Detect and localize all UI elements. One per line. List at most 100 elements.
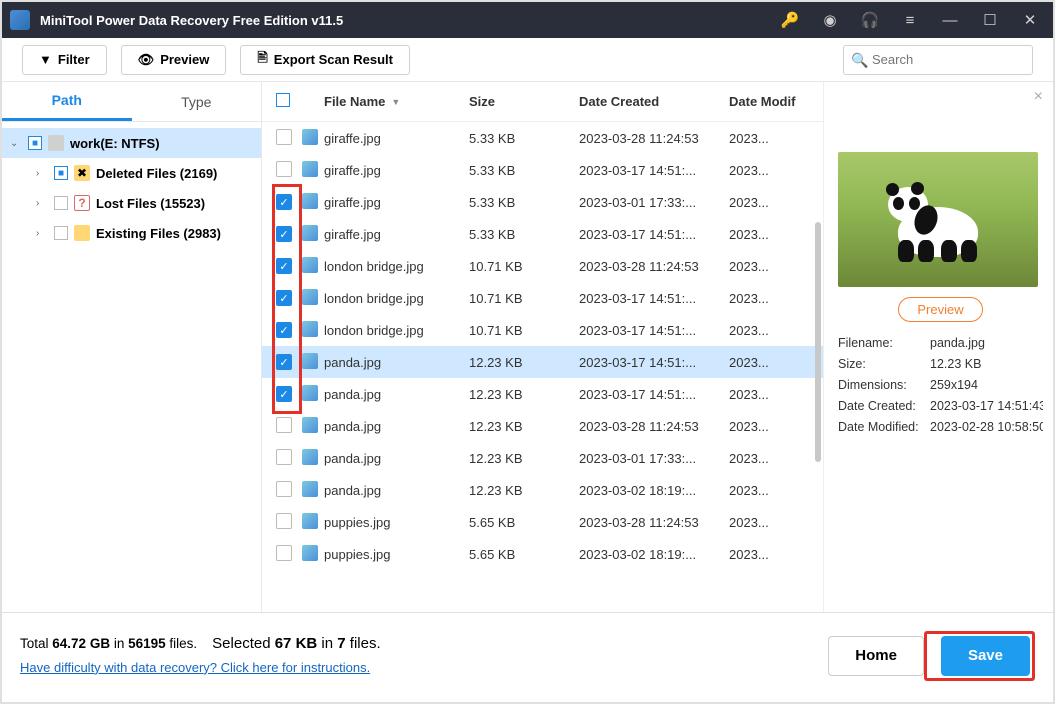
cell-name: panda.jpg: [324, 483, 469, 498]
search-input[interactable]: [843, 45, 1033, 75]
export-button[interactable]: 🖹 Export Scan Result: [240, 45, 410, 75]
tab-path[interactable]: Path: [2, 82, 132, 121]
close-icon[interactable]: ✕: [1021, 11, 1039, 29]
cell-modified: 2023...: [729, 323, 809, 338]
tree-checkbox[interactable]: [54, 196, 68, 210]
cell-created: 2023-03-01 17:33:...: [579, 451, 729, 466]
image-file-icon: [302, 353, 318, 369]
row-checkbox[interactable]: [276, 161, 292, 177]
content: Path Type ⌄ ■ work(E: NTFS) › ■ ✖ Delete…: [2, 82, 1053, 612]
table-row[interactable]: ✓london bridge.jpg10.71 KB2023-03-28 11:…: [262, 250, 823, 282]
row-checkbox[interactable]: ✓: [276, 386, 292, 402]
cell-name: panda.jpg: [324, 419, 469, 434]
table-row[interactable]: giraffe.jpg5.33 KB2023-03-17 14:51:...20…: [262, 154, 823, 186]
row-checkbox[interactable]: ✓: [276, 322, 292, 338]
cell-size: 12.23 KB: [469, 387, 579, 402]
tree-checkbox[interactable]: ■: [54, 166, 68, 180]
row-checkbox[interactable]: ✓: [276, 354, 292, 370]
filter-button[interactable]: ▼ Filter: [22, 45, 107, 75]
table-row[interactable]: puppies.jpg5.65 KB2023-03-28 11:24:53202…: [262, 506, 823, 538]
cell-created: 2023-03-17 14:51:...: [579, 355, 729, 370]
cell-size: 10.71 KB: [469, 259, 579, 274]
table-row[interactable]: puppies.jpg5.65 KB2023-03-02 18:19:...20…: [262, 538, 823, 570]
cell-modified: 2023...: [729, 195, 809, 210]
key-icon[interactable]: 🔑: [781, 11, 799, 29]
cell-created: 2023-03-17 14:51:...: [579, 323, 729, 338]
headphones-icon[interactable]: 🎧: [861, 11, 879, 29]
cell-modified: 2023...: [729, 387, 809, 402]
scrollbar[interactable]: [815, 222, 821, 462]
col-header-created[interactable]: Date Created: [579, 94, 729, 109]
menu-icon[interactable]: ≡: [901, 11, 919, 29]
meta-val-filename: panda.jpg: [930, 336, 1043, 350]
table-row[interactable]: giraffe.jpg5.33 KB2023-03-28 11:24:53202…: [262, 122, 823, 154]
close-preview-icon[interactable]: ×: [1034, 88, 1043, 106]
cell-modified: 2023...: [729, 227, 809, 242]
cell-modified: 2023...: [729, 483, 809, 498]
table-row[interactable]: ✓giraffe.jpg5.33 KB2023-03-01 17:33:...2…: [262, 186, 823, 218]
table-row[interactable]: panda.jpg12.23 KB2023-03-28 11:24:532023…: [262, 410, 823, 442]
tree-item-existing[interactable]: › Existing Files (2983): [2, 218, 261, 248]
row-checkbox[interactable]: [276, 481, 292, 497]
panda-image-icon: [883, 177, 993, 262]
row-checkbox[interactable]: ✓: [276, 226, 292, 242]
table-row[interactable]: panda.jpg12.23 KB2023-03-01 17:33:...202…: [262, 442, 823, 474]
folder-icon: [74, 225, 90, 241]
meta-key-modified: Date Modified:: [838, 420, 930, 434]
row-checkbox[interactable]: [276, 513, 292, 529]
col-header-name[interactable]: File Name ▼: [324, 94, 469, 109]
table-row[interactable]: ✓panda.jpg12.23 KB2023-03-17 14:51:...20…: [262, 346, 823, 378]
table-row[interactable]: panda.jpg12.23 KB2023-03-02 18:19:...202…: [262, 474, 823, 506]
home-button[interactable]: Home: [828, 636, 924, 676]
help-link[interactable]: Have difficulty with data recovery? Clic…: [20, 660, 370, 675]
image-file-icon: [302, 257, 318, 273]
image-file-icon: [302, 161, 318, 177]
disc-icon[interactable]: ◉: [821, 11, 839, 29]
table-row[interactable]: ✓panda.jpg12.23 KB2023-03-17 14:51:...20…: [262, 378, 823, 410]
image-file-icon: [302, 385, 318, 401]
cell-created: 2023-03-28 11:24:53: [579, 419, 729, 434]
preview-button[interactable]: 👁 Preview: [121, 45, 227, 75]
tree-root[interactable]: ⌄ ■ work(E: NTFS): [2, 128, 261, 158]
chevron-down-icon[interactable]: ⌄: [10, 138, 22, 149]
root-checkbox[interactable]: ■: [28, 136, 42, 150]
image-file-icon: [302, 417, 318, 433]
chevron-right-icon[interactable]: ›: [36, 228, 48, 239]
select-all-checkbox[interactable]: [276, 93, 290, 107]
table-row[interactable]: ✓london bridge.jpg10.71 KB2023-03-17 14:…: [262, 314, 823, 346]
chevron-right-icon[interactable]: ›: [36, 198, 48, 209]
col-header-modified[interactable]: Date Modif: [729, 94, 809, 109]
row-checkbox[interactable]: ✓: [276, 290, 292, 306]
save-button[interactable]: Save: [941, 636, 1030, 676]
tab-type[interactable]: Type: [132, 82, 262, 121]
minimize-icon[interactable]: —: [941, 11, 959, 29]
chevron-right-icon[interactable]: ›: [36, 168, 48, 179]
row-checkbox[interactable]: [276, 449, 292, 465]
status-block: Total 64.72 GB in 56195 files. Selected …: [20, 631, 381, 679]
maximize-icon[interactable]: ☐: [981, 11, 999, 29]
row-checkbox[interactable]: [276, 545, 292, 561]
cell-modified: 2023...: [729, 291, 809, 306]
image-file-icon: [302, 449, 318, 465]
annotation-save-highlight: Save: [924, 631, 1035, 681]
table-row[interactable]: ✓london bridge.jpg10.71 KB2023-03-17 14:…: [262, 282, 823, 314]
tree-item-label: Deleted Files (2169): [96, 166, 217, 181]
cell-modified: 2023...: [729, 419, 809, 434]
table-row[interactable]: ✓giraffe.jpg5.33 KB2023-03-17 14:51:...2…: [262, 218, 823, 250]
tabs: Path Type: [2, 82, 261, 122]
tree-checkbox[interactable]: [54, 226, 68, 240]
row-checkbox[interactable]: [276, 417, 292, 433]
table-body: giraffe.jpg5.33 KB2023-03-28 11:24:53202…: [262, 122, 823, 612]
meta-val-modified: 2023-02-28 10:58:50: [930, 420, 1043, 434]
cell-modified: 2023...: [729, 515, 809, 530]
cell-created: 2023-03-17 14:51:...: [579, 227, 729, 242]
tree-item-deleted[interactable]: › ■ ✖ Deleted Files (2169): [2, 158, 261, 188]
row-checkbox[interactable]: ✓: [276, 258, 292, 274]
preview-image-button[interactable]: Preview: [898, 297, 982, 322]
col-header-size[interactable]: Size: [469, 94, 579, 109]
tree-item-lost[interactable]: › ? Lost Files (15523): [2, 188, 261, 218]
row-checkbox[interactable]: [276, 129, 292, 145]
image-file-icon: [302, 289, 318, 305]
row-checkbox[interactable]: ✓: [276, 194, 292, 210]
cell-size: 10.71 KB: [469, 291, 579, 306]
